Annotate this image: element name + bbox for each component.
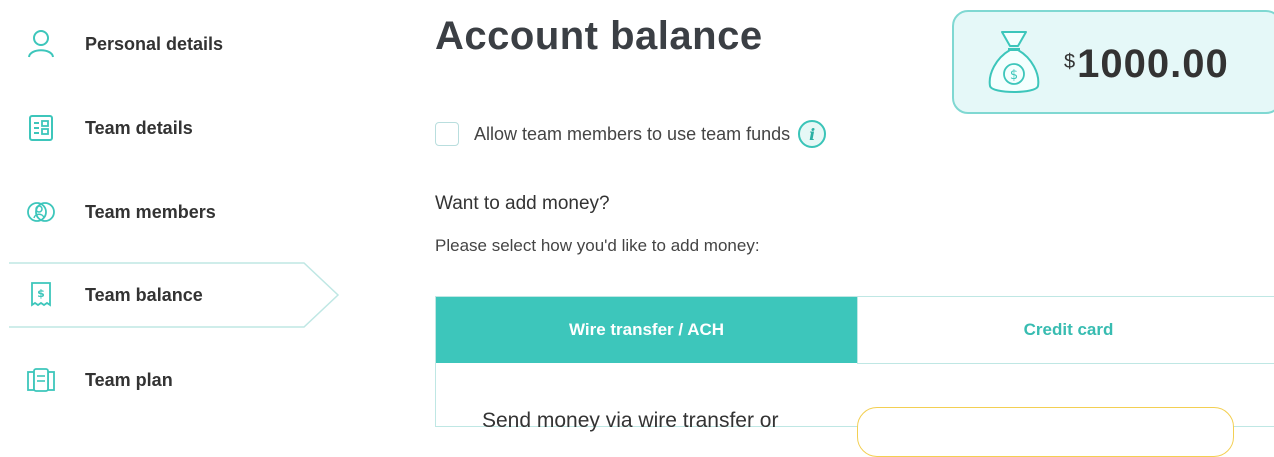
currency-symbol: $: [1064, 51, 1076, 73]
sidebar-item-personal-details[interactable]: Personal details: [8, 12, 338, 76]
sidebar-item-team-balance[interactable]: $ Team balance: [8, 262, 340, 328]
sidebar-item-team-plan[interactable]: Team plan: [8, 348, 338, 412]
sidebar-item-team-details[interactable]: Team details: [8, 96, 338, 160]
wire-details-box: [857, 407, 1234, 457]
add-money-heading: Want to add money?: [435, 193, 610, 214]
sidebar-nav: Personal details Team details Team membe: [0, 0, 345, 427]
sidebar-item-team-members[interactable]: Team members: [8, 180, 338, 244]
sidebar-item-label: Team balance: [85, 284, 203, 305]
sidebar-item-label: Team plan: [85, 369, 173, 390]
add-money-instruction: Please select how you'd like to add mone…: [435, 236, 760, 255]
sidebar-item-label: Team members: [85, 201, 216, 222]
sidebar-item-label: Personal details: [85, 33, 224, 54]
balance-card: $ $ 1000.00: [952, 10, 1274, 114]
team-members-icon: [26, 197, 56, 227]
svg-text:$: $: [1010, 68, 1018, 83]
info-icon[interactable]: i: [798, 120, 827, 148]
receipt-dollar-icon: $: [26, 280, 56, 310]
balance-value: 1000.00: [1077, 42, 1229, 86]
team-details-icon: [26, 113, 56, 143]
person-icon: [26, 29, 56, 59]
allow-funds-label[interactable]: Allow team members to use team funds: [474, 124, 790, 145]
page-title: Account balance: [435, 14, 763, 58]
allow-funds-row: Allow team members to use team funds i: [435, 120, 827, 148]
balance-amount: $ 1000.00: [1064, 42, 1229, 87]
main-content: Account balance $ $ 1000.00 Allow team m…: [435, 0, 1274, 457]
payment-method-tabs: Wire transfer / ACH Credit card Send mon…: [435, 296, 1274, 457]
tab-credit-card[interactable]: Credit card: [857, 297, 1274, 364]
tab-wire-transfer[interactable]: Wire transfer / ACH: [436, 297, 857, 363]
money-bag-icon: $: [984, 28, 1044, 103]
wire-transfer-instructions: Send money via wire transfer or: [482, 409, 779, 432]
plan-document-icon: [26, 365, 56, 395]
allow-funds-checkbox[interactable]: [435, 122, 459, 146]
sidebar-item-label: Team details: [85, 117, 193, 138]
svg-text:$: $: [37, 287, 45, 300]
